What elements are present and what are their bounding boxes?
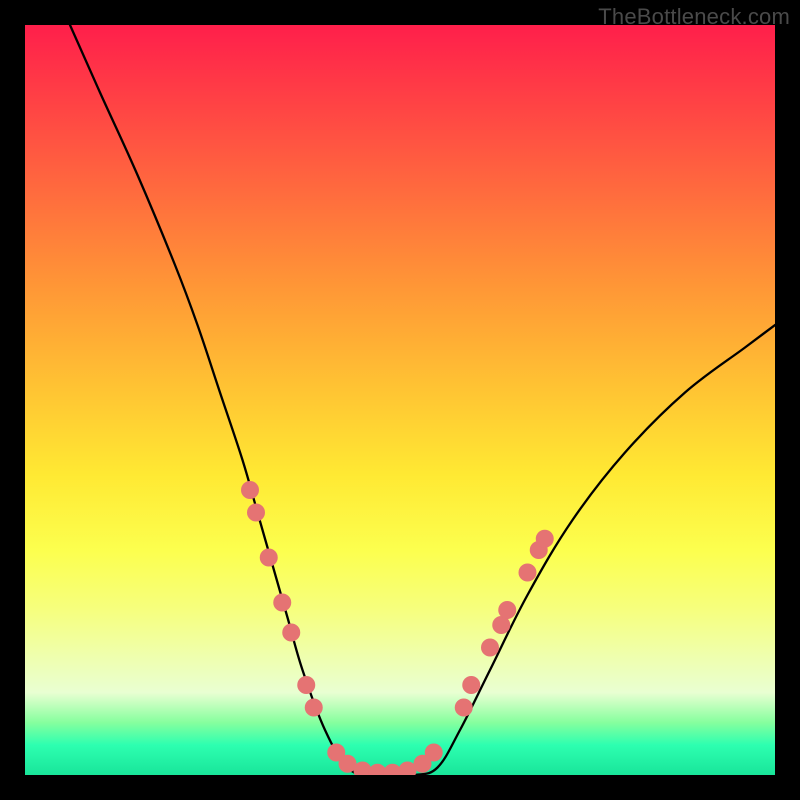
- marker-dot: [305, 699, 323, 717]
- marker-dot: [481, 639, 499, 657]
- marker-dot: [519, 564, 537, 582]
- marker-dot: [241, 481, 259, 499]
- marker-dot: [498, 601, 516, 619]
- marker-dot: [455, 699, 473, 717]
- chart-frame: TheBottleneck.com: [0, 0, 800, 800]
- watermark-text: TheBottleneck.com: [598, 4, 790, 30]
- marker-dot: [282, 624, 300, 642]
- marker-dot: [462, 676, 480, 694]
- marker-dot: [247, 504, 265, 522]
- marker-dot: [260, 549, 278, 567]
- curve-layer: [70, 25, 775, 775]
- marker-dot: [536, 530, 554, 548]
- marker-dot: [425, 744, 443, 762]
- marker-dot: [273, 594, 291, 612]
- plot-area: [25, 25, 775, 775]
- bottleneck-curve: [70, 25, 775, 775]
- marker-dot: [297, 676, 315, 694]
- marker-layer: [241, 481, 554, 775]
- chart-svg: [25, 25, 775, 775]
